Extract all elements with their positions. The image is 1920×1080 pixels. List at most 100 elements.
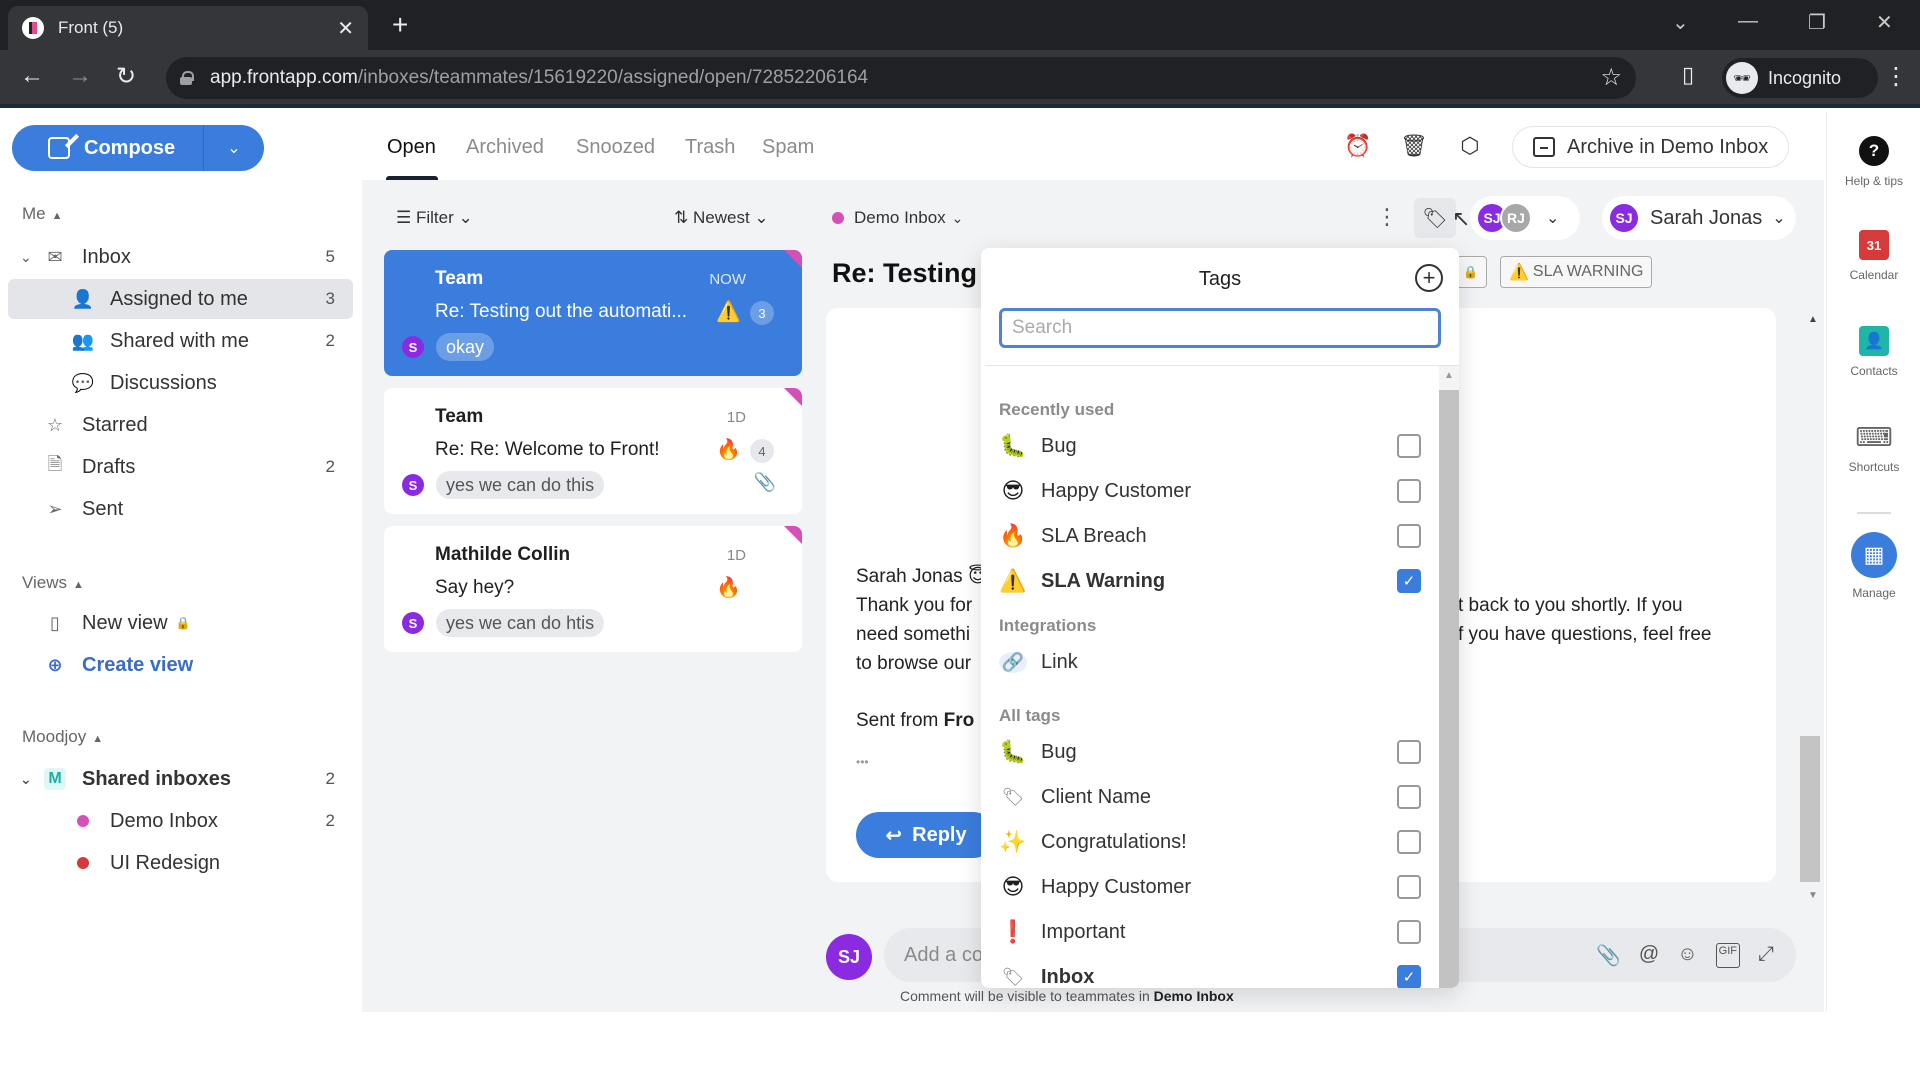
sidebar-item-shared-with-me[interactable]: 👥 Shared with me 2 (8, 321, 353, 361)
expand-icon[interactable]: ⤢ (1758, 943, 1774, 968)
tag-option-client-name[interactable]: 🏷 Client Name (999, 777, 1421, 817)
add-tag-plus-icon[interactable]: + (1415, 264, 1443, 292)
emoji-smiley-icon[interactable]: ☺ (1677, 943, 1697, 968)
scroll-up-icon[interactable]: ▲ (1439, 370, 1459, 381)
rail-shortcuts[interactable]: ⌨ Shortcuts (1827, 422, 1920, 475)
conversation-scrollbar[interactable] (1800, 736, 1820, 882)
rail-contacts[interactable]: 👤 Contacts (1827, 326, 1920, 378)
tag-option-happy-customer[interactable]: 😎 Happy Customer (999, 471, 1421, 511)
forward-icon[interactable]: → (68, 62, 92, 90)
back-icon[interactable]: ← (20, 62, 44, 90)
sidebar-item-drafts[interactable]: 🗎 Drafts 2 (8, 447, 353, 487)
rail-help[interactable]: ? Help & tips (1827, 136, 1920, 188)
restore-icon[interactable]: ❐ (1808, 10, 1826, 35)
scroll-down-icon[interactable]: ▼ (1808, 890, 1818, 901)
tag-checkbox[interactable] (1397, 740, 1421, 764)
bookmark-star-icon[interactable]: ☆ (1600, 63, 1622, 92)
sparkles-icon: ✨ (999, 829, 1027, 854)
browser-tab[interactable]: Front (5) ✕ (8, 6, 368, 50)
tags-search-input[interactable] (999, 308, 1441, 348)
close-window-icon[interactable]: ✕ (1876, 10, 1893, 35)
tag-checkbox-checked[interactable]: ✓ (1397, 965, 1421, 988)
reply-button[interactable]: ↩ Reply (856, 812, 996, 858)
sidebar-item-new-view[interactable]: ▯ New view 🔒 (8, 603, 353, 643)
tab-search-icon[interactable]: ⌄ (1672, 10, 1689, 35)
tab-open[interactable]: Open (387, 136, 436, 159)
mention-at-icon[interactable]: @ (1639, 943, 1659, 968)
inbox-tag-icon: 🏷 (1001, 966, 1025, 987)
tab-trash[interactable]: Trash (685, 136, 735, 159)
tag-checkbox[interactable] (1397, 524, 1421, 548)
conversation-item[interactable]: Team NOW Re: Testing out the automati...… (384, 250, 802, 376)
sidebar-item-demo-inbox[interactable]: Demo Inbox 2 (8, 801, 353, 841)
snooze-alarm-icon[interactable]: ⏰ (1344, 132, 1372, 160)
attach-paperclip-icon[interactable]: 📎 (1596, 943, 1621, 968)
rail-calendar[interactable]: 31 Calendar (1827, 230, 1920, 282)
sidebar-item-ui-redesign[interactable]: UI Redesign (8, 843, 353, 883)
url-host: app.frontapp.com (210, 67, 358, 88)
tags-scroll-thumb[interactable] (1439, 390, 1459, 988)
tag-checkbox[interactable] (1397, 434, 1421, 458)
section-moodjoy[interactable]: Moodjoy ▲ (22, 727, 103, 747)
tag-checkbox-checked[interactable]: ✓ (1397, 569, 1421, 593)
reload-icon[interactable]: ↻ (116, 62, 136, 91)
integration-option-link[interactable]: 🔗 Link (999, 642, 1421, 682)
assignees-selector[interactable]: SJ RJ ⌄ (1470, 196, 1580, 240)
archive-button[interactable]: Archive in Demo Inbox (1512, 126, 1790, 168)
tag-option-inbox[interactable]: 🏷 Inbox ✓ (999, 957, 1421, 988)
tag-option-important[interactable]: ❗ Important (999, 912, 1421, 952)
sidebar-item-starred[interactable]: ☆ Starred (8, 405, 353, 445)
tag-option-congratulations[interactable]: ✨ Congratulations! (999, 822, 1421, 862)
help-icon: ? (1859, 136, 1889, 166)
incognito-profile[interactable]: 🕶 Incognito (1722, 58, 1878, 98)
assignee-owner-selector[interactable]: SJ Sarah Jonas ⌄ (1602, 196, 1796, 240)
sidebar-item-inbox[interactable]: ⌄ ✉ Inbox 5 (8, 237, 353, 277)
tag-option-bug[interactable]: 🐛 Bug (999, 426, 1421, 466)
sidebar-item-shared-inboxes[interactable]: ⌄ M Shared inboxes 2 (8, 759, 353, 799)
browser-menu-icon[interactable]: ⋮ (1884, 62, 1908, 91)
filter-button[interactable]: ☰ Filter ⌄ (396, 208, 473, 228)
archive-label: Archive in Demo Inbox (1567, 135, 1769, 158)
tab-spam[interactable]: Spam (762, 136, 814, 159)
url-field[interactable]: app.frontapp.com /inboxes/teammates/1561… (166, 57, 1636, 99)
sidebar-item-sent[interactable]: ➢ Sent (8, 489, 353, 529)
avatar: SJ (1608, 202, 1640, 234)
sla-warning-tag-chip[interactable]: ⚠️ SLA WARNING (1500, 256, 1653, 288)
tag-button[interactable]: 🏷 (1414, 198, 1456, 238)
sort-button[interactable]: ⇅ Newest ⌄ (674, 208, 769, 228)
close-tab-icon[interactable]: ✕ (337, 16, 354, 41)
tags-list: Recently used 🐛 Bug 😎 Happy Customer 🔥 S… (981, 366, 1439, 988)
tag-option-sla-warning[interactable]: ⚠️ SLA Warning ✓ (999, 561, 1421, 601)
tag-option-sla-breach[interactable]: 🔥 SLA Breach (999, 516, 1421, 556)
show-more-ellipsis[interactable]: ••• (856, 748, 869, 777)
compose-button[interactable]: Compose (12, 125, 204, 171)
tag-checkbox[interactable] (1397, 479, 1421, 503)
rail-manage[interactable]: ▦ Manage (1827, 532, 1920, 600)
sidebar-item-assigned-to-me[interactable]: 👤 Assigned to me 3 (8, 279, 353, 319)
tag-option-bug[interactable]: 🐛 Bug (999, 732, 1421, 772)
tag-option-happy-customer[interactable]: 😎 Happy Customer (999, 867, 1421, 907)
spam-alert-icon[interactable]: ⬡ (1456, 132, 1484, 160)
gif-icon[interactable]: GIF (1715, 942, 1740, 968)
tag-checkbox[interactable] (1397, 830, 1421, 854)
scroll-up-icon[interactable]: ▲ (1808, 314, 1818, 325)
new-tab-icon[interactable]: + (392, 10, 408, 40)
minimize-icon[interactable]: — (1738, 10, 1758, 33)
tag-checkbox[interactable] (1397, 785, 1421, 809)
compose-options-chevron-icon[interactable]: ⌄ (204, 138, 264, 158)
create-view-link[interactable]: ⊕ Create view (8, 645, 353, 685)
trash-icon[interactable]: 🗑 (1400, 132, 1428, 160)
section-me[interactable]: Me ▲ (22, 204, 63, 224)
tab-snoozed[interactable]: Snoozed (576, 136, 655, 159)
conversation-item[interactable]: Team 1D Re: Re: Welcome to Front! 🔥 4 S … (384, 388, 802, 514)
tab-archived[interactable]: Archived (466, 136, 544, 159)
sidebar-item-discussions[interactable]: 💬 Discussions (8, 363, 353, 403)
tag-checkbox[interactable] (1397, 920, 1421, 944)
more-options-icon[interactable]: ⋮ (1376, 204, 1398, 230)
tags-scrollbar[interactable]: ▲ (1439, 366, 1459, 988)
conversation-item[interactable]: Mathilde Collin 1D Say hey? 🔥 S yes we c… (384, 526, 802, 652)
tag-checkbox[interactable] (1397, 875, 1421, 899)
side-panel-icon[interactable]: ▯ (1682, 62, 1694, 88)
section-views[interactable]: Views ▲ (22, 573, 84, 593)
inbox-selector[interactable]: Demo Inbox ⌄ (832, 208, 963, 228)
